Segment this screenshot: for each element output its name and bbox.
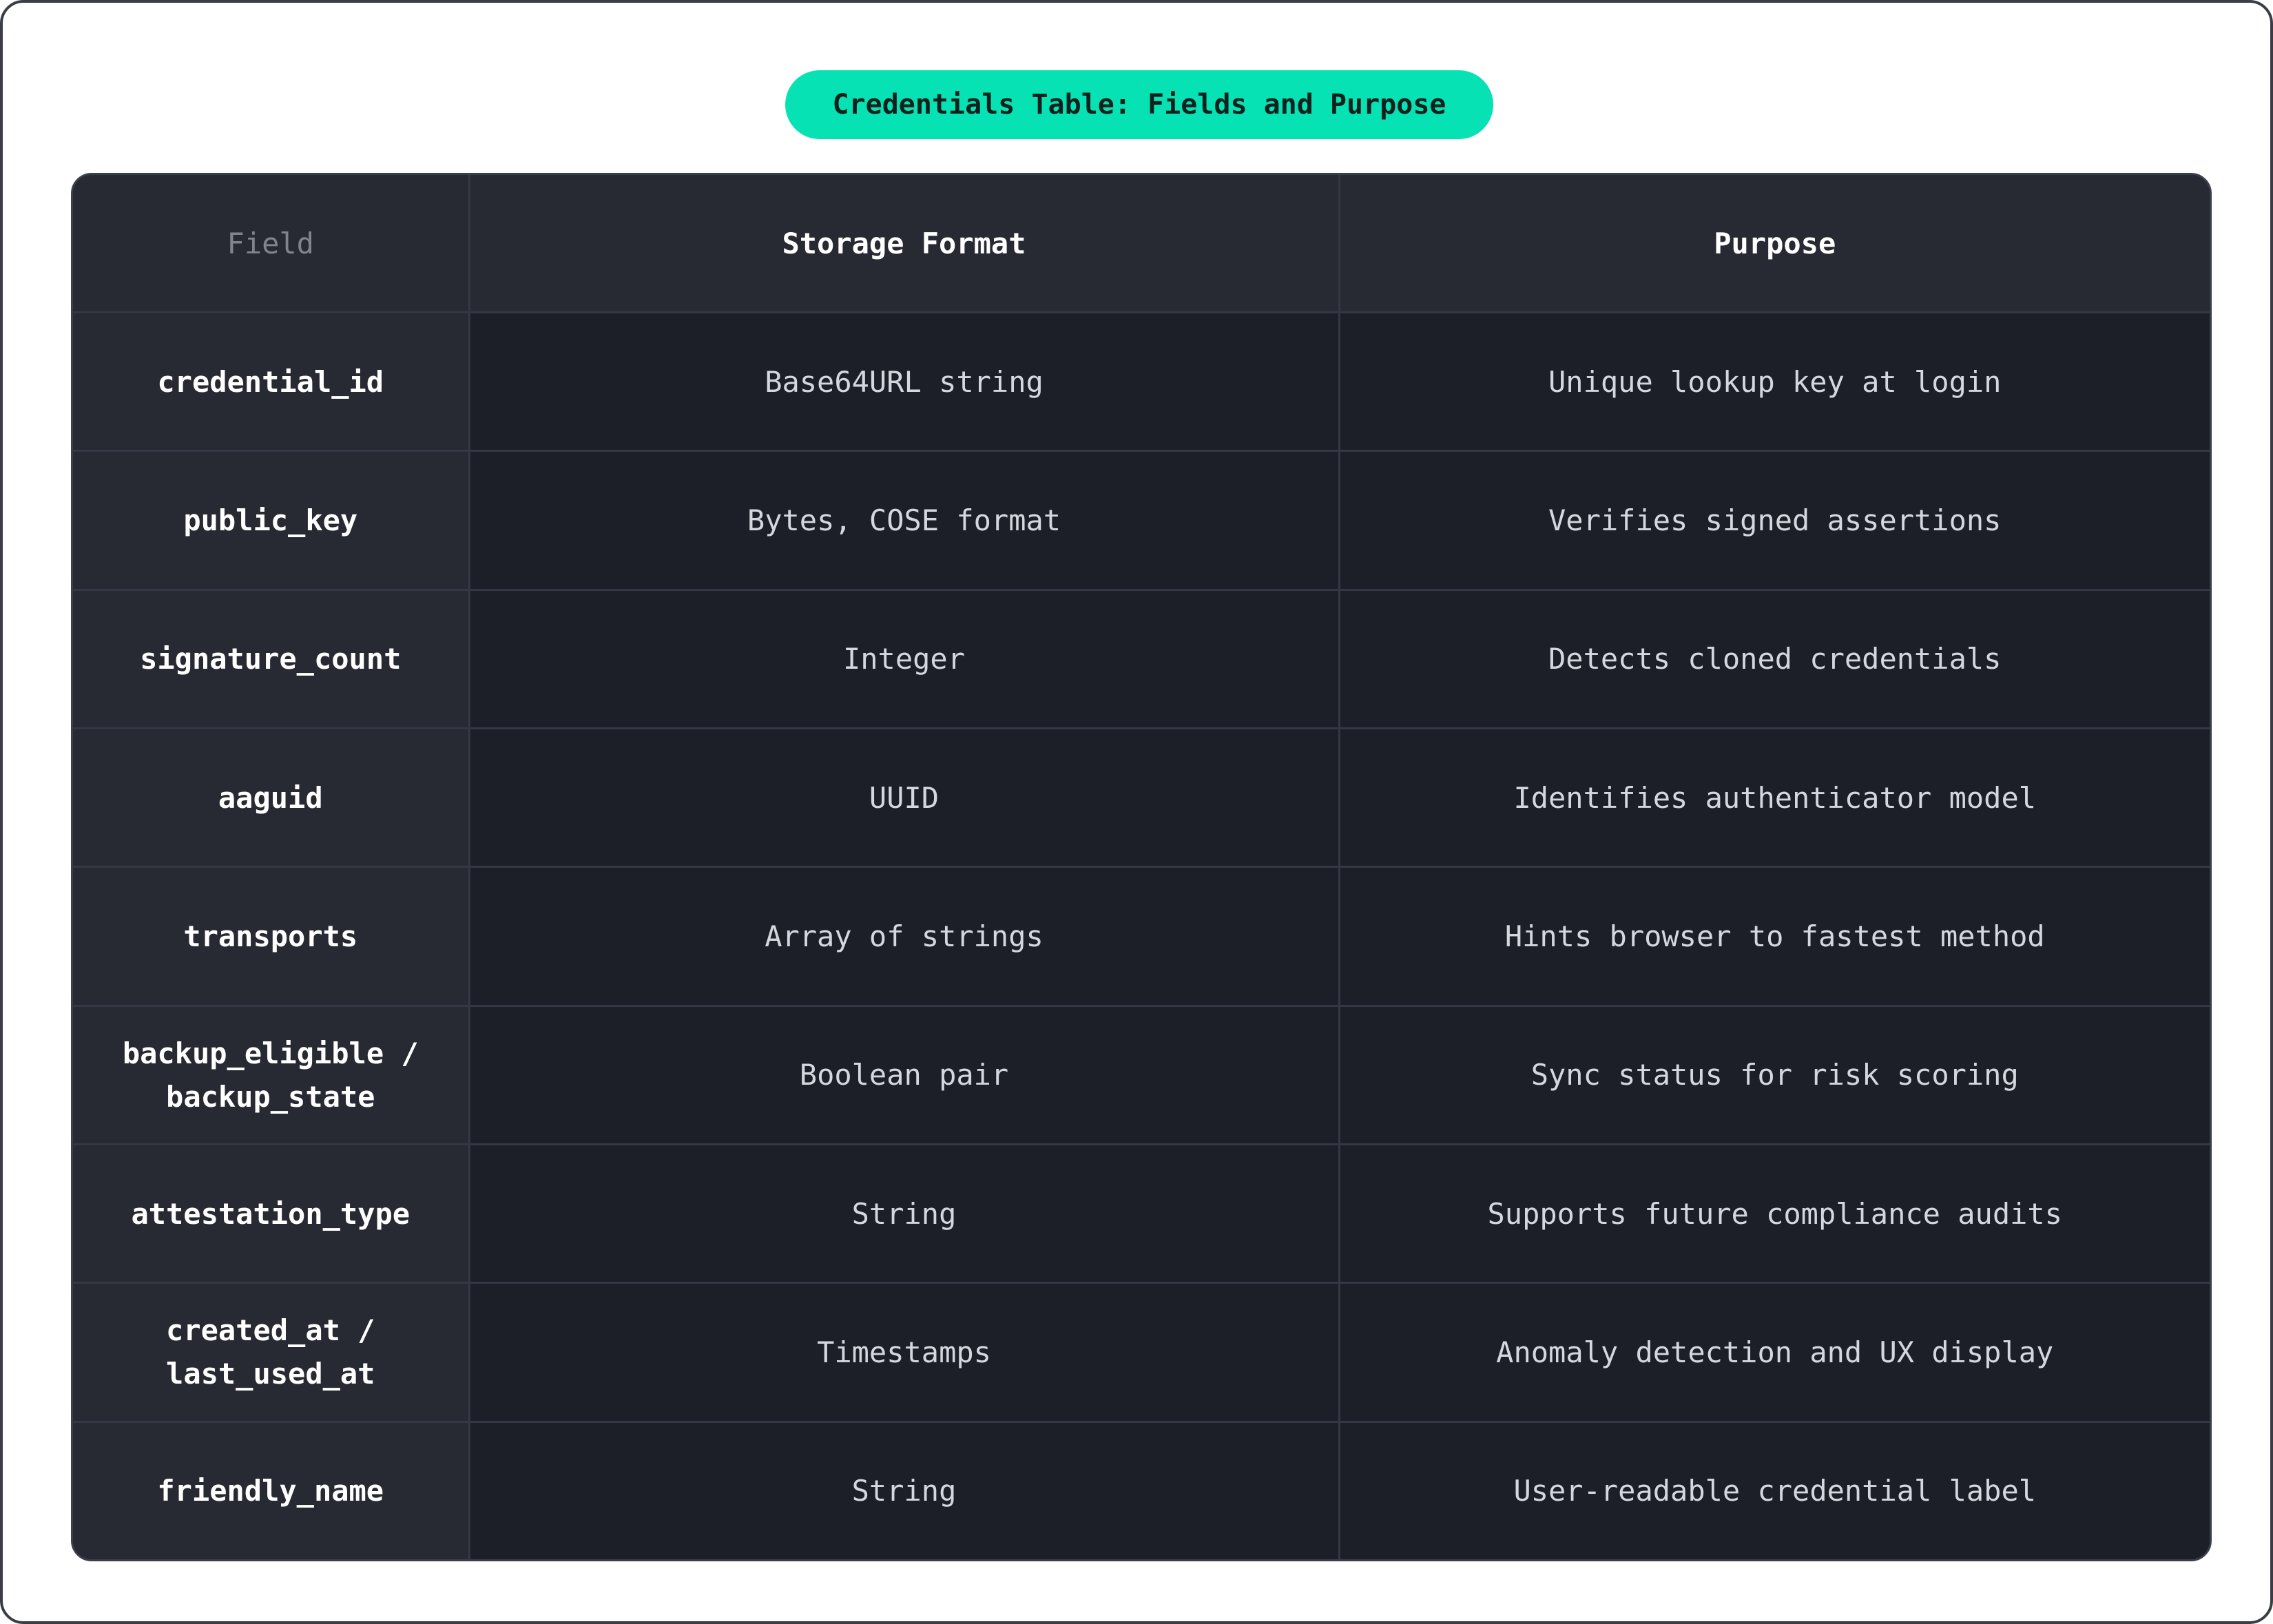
storage-format-cell: String [469, 1144, 1340, 1284]
table-row: transports Array of strings Hints browse… [73, 866, 2210, 1007]
table-row: backup_eligible / backup_state Boolean p… [73, 1006, 2210, 1145]
storage-format-cell: Integer [469, 590, 1340, 729]
storage-format-cell: Bytes, COSE format [469, 450, 1340, 591]
storage-format-cell: Array of strings [469, 866, 1340, 1007]
purpose-cell: User-readable credential label [1339, 1422, 2210, 1559]
storage-format-cell: Boolean pair [469, 1006, 1340, 1145]
column-header-field: Field [73, 175, 470, 313]
field-cell: created_at / last_used_at [73, 1282, 470, 1423]
page-frame: Credentials Table: Fields and Purpose Fi… [0, 0, 2273, 1624]
column-header-storage-format: Storage Format [469, 175, 1340, 313]
purpose-cell: Detects cloned credentials [1339, 590, 2210, 729]
purpose-cell: Supports future compliance audits [1339, 1144, 2210, 1284]
table-row: signature_count Integer Detects cloned c… [73, 590, 2210, 729]
purpose-cell: Hints browser to fastest method [1339, 866, 2210, 1007]
table-row: attestation_type String Supports future … [73, 1144, 2210, 1284]
purpose-cell: Verifies signed assertions [1339, 450, 2210, 591]
field-cell: attestation_type [73, 1144, 470, 1284]
page-title: Credentials Table: Fields and Purpose [785, 70, 1493, 139]
column-header-purpose: Purpose [1339, 175, 2210, 313]
storage-format-cell: UUID [469, 728, 1340, 868]
credentials-table-container: Field Storage Format Purpose credential_… [71, 173, 2212, 1561]
purpose-cell: Anomaly detection and UX display [1339, 1282, 2210, 1423]
storage-format-cell: Base64URL string [469, 312, 1340, 452]
field-cell: backup_eligible / backup_state [73, 1006, 470, 1145]
purpose-cell: Identifies authenticator model [1339, 728, 2210, 868]
purpose-cell: Sync status for risk scoring [1339, 1006, 2210, 1145]
storage-format-cell: String [469, 1422, 1340, 1559]
purpose-cell: Unique lookup key at login [1339, 312, 2210, 452]
table-row: created_at / last_used_at Timestamps Ano… [73, 1282, 2210, 1423]
field-cell: public_key [73, 450, 470, 591]
field-cell: friendly_name [73, 1422, 470, 1559]
credentials-table: Field Storage Format Purpose credential_… [73, 175, 2210, 1559]
field-cell: aaguid [73, 728, 470, 868]
table-row: friendly_name String User-readable crede… [73, 1422, 2210, 1559]
table-header-row: Field Storage Format Purpose [73, 175, 2210, 313]
table-row: aaguid UUID Identifies authenticator mod… [73, 728, 2210, 868]
field-cell: credential_id [73, 312, 470, 452]
table-row: public_key Bytes, COSE format Verifies s… [73, 450, 2210, 591]
field-cell: transports [73, 866, 470, 1007]
table-row: credential_id Base64URL string Unique lo… [73, 312, 2210, 452]
storage-format-cell: Timestamps [469, 1282, 1340, 1423]
field-cell: signature_count [73, 590, 470, 729]
